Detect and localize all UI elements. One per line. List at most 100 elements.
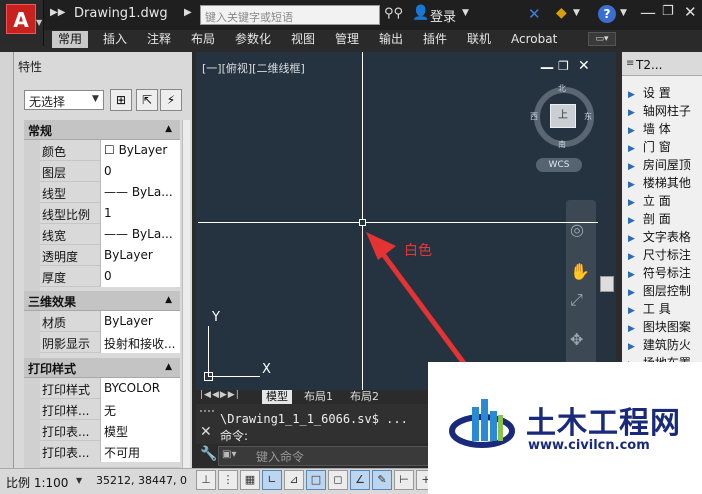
property-row[interactable]: 图层 0 <box>40 161 180 182</box>
polar-icon[interactable]: ⊿ <box>284 470 304 490</box>
palette-item-walls[interactable]: ▶ 墙 体 <box>628 120 671 137</box>
grid-icon[interactable]: ▦ <box>240 470 260 490</box>
viewport-close-icon[interactable]: ✕ <box>578 58 590 74</box>
property-value[interactable]: 不可用 <box>100 441 180 462</box>
palette-item-elevation[interactable]: ▶ 立 面 <box>628 192 671 209</box>
tab-view[interactable]: 视图 <box>291 31 315 48</box>
viewport-controls-label[interactable]: [一][俯视][二维线框] <box>202 60 305 76</box>
orbit-icon[interactable]: ✥ <box>570 330 583 349</box>
otrack-icon[interactable]: ∠ <box>350 470 370 490</box>
property-row[interactable]: 线型 —— ByLa... <box>40 182 180 203</box>
property-row[interactable]: 透明度 ByLayer <box>40 245 180 266</box>
viewport-minimize-icon[interactable]: — <box>540 60 554 76</box>
section-general[interactable]: 常规 ▲ <box>24 120 180 140</box>
tab-online[interactable]: 联机 <box>467 31 491 48</box>
property-value[interactable]: 1 <box>100 203 180 224</box>
collapse-icon[interactable]: ▲ <box>165 124 172 134</box>
viewport-restore-icon[interactable]: ❐ <box>558 59 569 73</box>
property-value[interactable]: 0 <box>100 161 180 182</box>
property-row[interactable]: 阴影显示 投射和接收... <box>40 332 180 353</box>
quick-access-expand-icon[interactable]: ▶▶ <box>50 7 65 18</box>
tab-manage[interactable]: 管理 <box>335 31 359 48</box>
palette-item-settings[interactable]: ▶ 设 置 <box>628 84 671 101</box>
property-row[interactable]: 线型比例 1 <box>40 203 180 224</box>
property-value[interactable]: —— ByLa... <box>100 182 180 203</box>
tab-parametric[interactable]: 参数化 <box>235 31 271 48</box>
title-expand-icon[interactable]: ▶ <box>184 7 192 18</box>
command-grip[interactable] <box>200 410 214 420</box>
compass-south[interactable]: 南 <box>558 139 566 150</box>
palette-menu-icon[interactable]: ≡ <box>626 58 634 69</box>
chevron-down-icon[interactable]: ▼ <box>92 94 99 104</box>
recent-commands-icon[interactable]: ▣▾ <box>222 449 236 460</box>
palette-item-doors-windows[interactable]: ▶ 门 窗 <box>628 138 671 155</box>
palette-item-stairs[interactable]: ▶ 楼梯其他 <box>628 174 691 191</box>
viewcube-top-face[interactable]: 上 <box>550 104 576 128</box>
property-row[interactable]: 线宽 —— ByLa... <box>40 224 180 245</box>
palette-item-text-tables[interactable]: ▶ 文字表格 <box>628 228 691 245</box>
tab-layout1[interactable]: 布局1 <box>300 390 337 404</box>
tab-model[interactable]: 模型 <box>262 390 292 404</box>
property-value[interactable]: 模型 <box>100 420 180 441</box>
select-objects-icon[interactable]: ⇱ <box>136 89 158 111</box>
property-row[interactable]: 打印表... 模型 <box>40 420 180 441</box>
snap-icon[interactable]: ⋮ <box>218 470 238 490</box>
help-dropdown-icon[interactable]: ▼ <box>620 8 627 18</box>
autodesk-app-icon[interactable]: ◆ <box>556 5 567 21</box>
section-3d-effects[interactable]: 三维效果 ▲ <box>24 291 180 311</box>
property-row[interactable]: 材质 ByLayer <box>40 311 180 332</box>
palette-item-symbols[interactable]: ▶ 符号标注 <box>628 264 691 281</box>
customize-wrench-icon[interactable]: 🔧 <box>200 446 217 462</box>
search-input[interactable]: 键入关键字或短语 <box>200 5 380 25</box>
property-value[interactable]: 投射和接收... <box>100 332 180 353</box>
palette-item-dimensions[interactable]: ▶ 尺寸标注 <box>628 246 691 263</box>
close-window-icon[interactable]: ✕ <box>684 3 697 21</box>
collapse-icon[interactable]: ▲ <box>165 295 172 305</box>
tab-annotate[interactable]: 注释 <box>147 31 171 48</box>
property-value[interactable]: 0 <box>100 266 180 287</box>
zoom-extents-icon[interactable]: ⤢ <box>570 290 583 310</box>
palette-scroll-thumb[interactable] <box>600 276 614 292</box>
section-plot-style[interactable]: 打印样式 ▲ <box>24 358 180 378</box>
palette-item-blocks[interactable]: ▶ 图块图案 <box>628 318 691 335</box>
compass-west[interactable]: 西 <box>530 111 538 122</box>
minimize-window-icon[interactable]: — <box>640 3 656 22</box>
dyn-input-icon[interactable]: ⊢ <box>394 470 414 490</box>
property-row[interactable]: 打印表... 不可用 <box>40 441 180 468</box>
property-value[interactable]: ☐ ByLayer <box>100 140 180 161</box>
quick-select-icon[interactable]: ⚡ <box>160 89 182 111</box>
tab-home[interactable]: 常用 <box>52 31 89 48</box>
tab-acrobat[interactable]: Acrobat <box>511 31 557 48</box>
property-row[interactable]: 颜色 ☐ ByLayer <box>40 140 180 161</box>
app-menu-arrow-icon[interactable]: ▼ <box>36 18 42 27</box>
palette-item-section[interactable]: ▶ 剖 面 <box>628 210 671 227</box>
layout-nav-arrows-icon[interactable]: |◀◀▶▶| <box>200 390 240 400</box>
cursor-coordinates[interactable]: 35212, 38447, 0 <box>96 474 187 487</box>
app-dropdown-icon[interactable]: ▼ <box>573 8 580 18</box>
user-icon[interactable]: 👤 <box>412 5 429 21</box>
osnap-icon[interactable]: □ <box>306 470 326 490</box>
close-icon[interactable]: ✕ <box>200 424 212 440</box>
ucs-origin-icon[interactable] <box>204 372 213 381</box>
palette-item-tools[interactable]: ▶ 工 具 <box>628 300 671 317</box>
ducs-icon[interactable]: ✎ <box>372 470 392 490</box>
palette-item-fire[interactable]: ▶ 建筑防火 <box>628 336 691 353</box>
property-row[interactable]: 打印样式 BYCOLOR <box>40 378 180 399</box>
wcs-menu-button[interactable]: WCS <box>536 158 582 172</box>
compass-north[interactable]: 北 <box>558 83 566 94</box>
palette-item-grid-columns[interactable]: ▶ 轴网柱子 <box>628 102 691 119</box>
pan-hand-icon[interactable]: ✋ <box>570 262 590 281</box>
infer-constraints-icon[interactable]: ⊥ <box>196 470 216 490</box>
autocad-logo-icon[interactable]: A <box>6 4 36 34</box>
chevron-down-icon[interactable]: ▼ <box>76 476 82 485</box>
toggle-pickadd-icon[interactable]: ⊞ <box>110 89 132 111</box>
property-value[interactable]: —— ByLa... <box>100 224 180 245</box>
compass-east[interactable]: 东 <box>584 111 592 122</box>
properties-scrollbar[interactable] <box>182 120 190 468</box>
property-value[interactable]: ByLayer <box>100 245 180 266</box>
restore-window-icon[interactable]: ❐ <box>662 4 674 19</box>
collapse-icon[interactable]: ▲ <box>165 362 172 372</box>
palette-item-rooms-roofs[interactable]: ▶ 房间屋顶 <box>628 156 691 173</box>
login-dropdown-icon[interactable]: ▼ <box>462 8 469 18</box>
palette-item-layers[interactable]: ▶ 图层控制 <box>628 282 691 299</box>
